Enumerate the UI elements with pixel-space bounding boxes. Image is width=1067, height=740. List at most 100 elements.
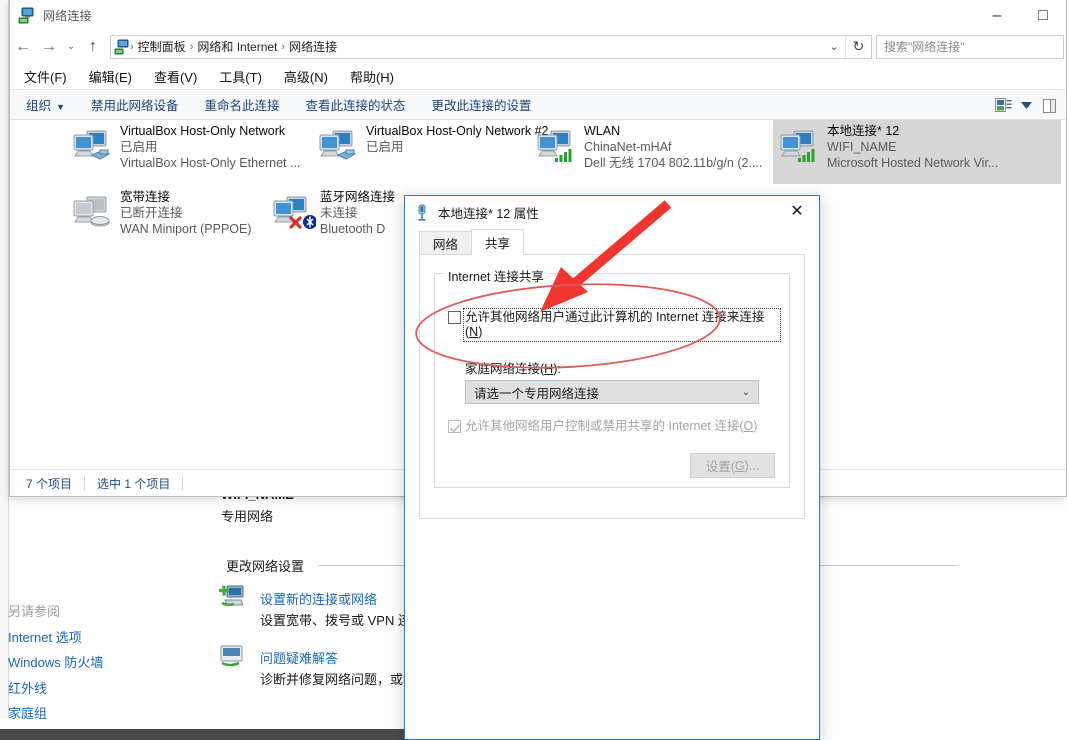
status-divider <box>84 475 86 491</box>
connection-status: 已启用 <box>366 140 404 154</box>
allow-sharing-checkbox[interactable] <box>448 311 461 324</box>
menu-view[interactable]: 查看(V) <box>154 67 197 86</box>
preview-pane-icon <box>1042 98 1056 113</box>
preview-pane-button[interactable] <box>1036 93 1062 119</box>
allow-sharing-row[interactable]: 允许其他网络用户通过此计算机的 Internet 连接来连接(N) <box>448 308 781 342</box>
refresh-icon[interactable]: ↻ <box>845 35 871 58</box>
group-label: Internet 连接共享 <box>444 266 548 285</box>
connection-status: 已断开连接 <box>120 206 183 220</box>
task-link-troubleshoot[interactable]: 问题疑难解答 <box>260 648 338 667</box>
view-status-button[interactable]: 查看此连接的状态 <box>305 95 405 114</box>
close-icon[interactable]: ✕ <box>775 196 819 226</box>
dialog-title-text: 本地连接* 12 属性 <box>438 207 539 221</box>
connection-name: WLAN <box>584 124 621 138</box>
menu-bar: 文件(F) 编辑(E) 查看(V) 工具(T) 高级(N) 帮助(H) <box>10 64 1066 89</box>
up-button[interactable]: ↑ <box>80 34 106 60</box>
allow-control-label-close: ) <box>753 419 758 433</box>
connection-item-wlan[interactable]: WLAN ChinaNet-mHAf Dell 无线 1704 802.11b/… <box>530 120 778 184</box>
forward-button[interactable]: → <box>36 34 62 60</box>
task-desc-troubleshoot: 诊断并修复网络问题，或者 <box>260 672 417 687</box>
address-bar-icon <box>114 39 129 54</box>
allow-control-label: 允许其他网络用户控制或禁用共享的 Internet 连接(O) <box>465 419 757 434</box>
chevron-down-icon: ⌄ <box>741 386 750 398</box>
organize-button[interactable]: 组织 ▼ <box>26 95 65 114</box>
connection-text: 宽带连接 已断开连接 WAN Miniport (PPPOE) <box>120 190 252 237</box>
dialog-tabstrip: 网络 共享 <box>419 229 805 255</box>
rename-connection-button[interactable]: 重命名此连接 <box>204 95 279 114</box>
organize-label: 组织 <box>26 99 52 113</box>
task-link-new-connection[interactable]: 设置新的连接或网络 <box>260 589 377 608</box>
dialup-adapter-icon <box>70 192 116 238</box>
see-also-internet-options[interactable]: Internet 选项 <box>8 627 82 646</box>
menu-file[interactable]: 文件(F) <box>24 67 67 86</box>
allow-control-accelerator: O <box>743 419 754 433</box>
change-settings-button[interactable]: 更改此连接的设置 <box>431 95 531 114</box>
breadcrumb-network-internet[interactable]: 网络和 Internet <box>193 38 281 55</box>
connection-text: 本地连接* 12 WIFI_NAME Microsoft Hosted Netw… <box>827 124 998 171</box>
sharing-tab-page: Internet 连接共享 允许其他网络用户通过此计算机的 Internet 连… <box>419 254 805 519</box>
new-connection-icon <box>219 585 244 606</box>
connection-name: 蓝牙网络连接 <box>320 190 396 204</box>
allow-control-label-text: 允许其他网络用户控制或禁用共享的 Internet 连接( <box>465 419 744 433</box>
see-also-infrared[interactable]: 红外线 <box>8 678 47 697</box>
screen-root: WIFI_NAME 专用网络 更改网络设置 设置新的连接或网络 设置宽带、拨号或… <box>0 0 1067 740</box>
command-bar-right <box>990 90 1062 121</box>
breadcrumb-control-panel[interactable]: 控制面板 <box>134 38 190 55</box>
menu-tools[interactable]: 工具(T) <box>219 67 262 86</box>
status-divider <box>182 475 184 491</box>
task-desc-new-connection: 设置宽带、拨号或 VPN 连 <box>260 613 411 628</box>
connection-text: VirtualBox Host-Only Network #2 已启用 <box>366 124 548 155</box>
chevron-down-icon[interactable]: ⌄ <box>823 36 845 58</box>
bluetooth-adapter-icon <box>270 192 317 238</box>
menu-help[interactable]: 帮助(H) <box>350 67 394 86</box>
minimize-button[interactable]: – <box>974 0 1020 31</box>
connection-item-local-connection-12[interactable]: 本地连接* 12 WIFI_NAME Microsoft Hosted Netw… <box>773 120 1061 184</box>
connection-name: 本地连接* 12 <box>827 124 900 138</box>
dialog-body: 网络 共享 Internet 连接共享 允许其他网络用户通过此计算机的 Inte… <box>405 229 819 739</box>
chevron-down-icon: ▼ <box>56 102 65 112</box>
allow-sharing-label: 允许其他网络用户通过此计算机的 Internet 连接来连接(N) <box>463 308 781 342</box>
status-selection-count: 选中 1 个项目 <box>97 476 171 491</box>
change-view-button[interactable] <box>990 93 1016 119</box>
connection-device: Microsoft Hosted Network Vir... <box>827 156 999 170</box>
settings-button-suffix: )... <box>744 458 760 473</box>
settings-button-text: 设置( <box>705 460 735 474</box>
address-bar[interactable]: › 控制面板 › 网络和 Internet › 网络连接 ⌄ ↻ <box>110 34 872 59</box>
allow-sharing-label-text: 允许其他网络用户通过此计算机的 Internet 连接来连接( <box>465 310 765 339</box>
see-also-header: 另请参阅 <box>8 604 61 619</box>
home-network-connection-select[interactable]: 请选一个专用网络连接 ⌄ <box>465 380 759 404</box>
allow-sharing-label-close: ) <box>478 325 483 339</box>
connection-text: WLAN ChinaNet-mHAf Dell 无线 1704 802.11b/… <box>584 124 762 171</box>
window-title-bar: 网络连接 – □ <box>10 0 1066 31</box>
status-item-count: 7 个项目 <box>26 476 73 491</box>
connection-device: WAN Miniport (PPPOE) <box>120 222 252 236</box>
tab-network[interactable]: 网络 <box>419 231 473 255</box>
see-also-homegroup[interactable]: 家庭组 <box>8 703 47 722</box>
connection-item-virtualbox-host-only[interactable]: VirtualBox Host-Only Network 已启用 Virtual… <box>66 120 314 184</box>
breadcrumb-network-connections[interactable]: 网络连接 <box>285 38 341 55</box>
allow-control-checkbox <box>448 420 461 433</box>
connection-status: WIFI_NAME <box>827 140 897 154</box>
recent-locations-button[interactable]: ⌄ <box>62 34 80 60</box>
connection-name: VirtualBox Host-Only Network <box>120 124 286 138</box>
connection-text: 蓝牙网络连接 未连接 Bluetooth D <box>320 190 395 237</box>
search-input[interactable]: 搜索"网络连接" <box>876 34 1064 59</box>
wifi-adapter-icon <box>534 126 580 172</box>
home-network-label-text: 家庭网络连接( <box>465 362 545 376</box>
connection-item-virtualbox-host-only-2[interactable]: VirtualBox Host-Only Network #2 已启用 <box>312 120 560 184</box>
tab-sharing[interactable]: 共享 <box>471 229 525 255</box>
connection-status: 已启用 <box>120 140 158 154</box>
network-adapter-icon <box>418 204 426 221</box>
menu-advanced[interactable]: 高级(N) <box>284 67 328 86</box>
change-view-icon <box>994 98 1011 112</box>
chevron-down-icon <box>1020 102 1032 109</box>
maximize-button[interactable]: □ <box>1020 0 1066 31</box>
disable-device-button[interactable]: 禁用此网络设备 <box>91 95 179 114</box>
active-network-type: 专用网络 <box>221 509 274 524</box>
menu-edit[interactable]: 编辑(E) <box>89 67 132 86</box>
window-caption-buttons: – □ <box>974 0 1066 31</box>
back-button[interactable]: ← <box>10 34 36 60</box>
view-dropdown-button[interactable] <box>1016 93 1036 119</box>
see-also-windows-firewall[interactable]: Windows 防火墙 <box>8 652 103 671</box>
lan-adapter-icon <box>316 126 362 172</box>
